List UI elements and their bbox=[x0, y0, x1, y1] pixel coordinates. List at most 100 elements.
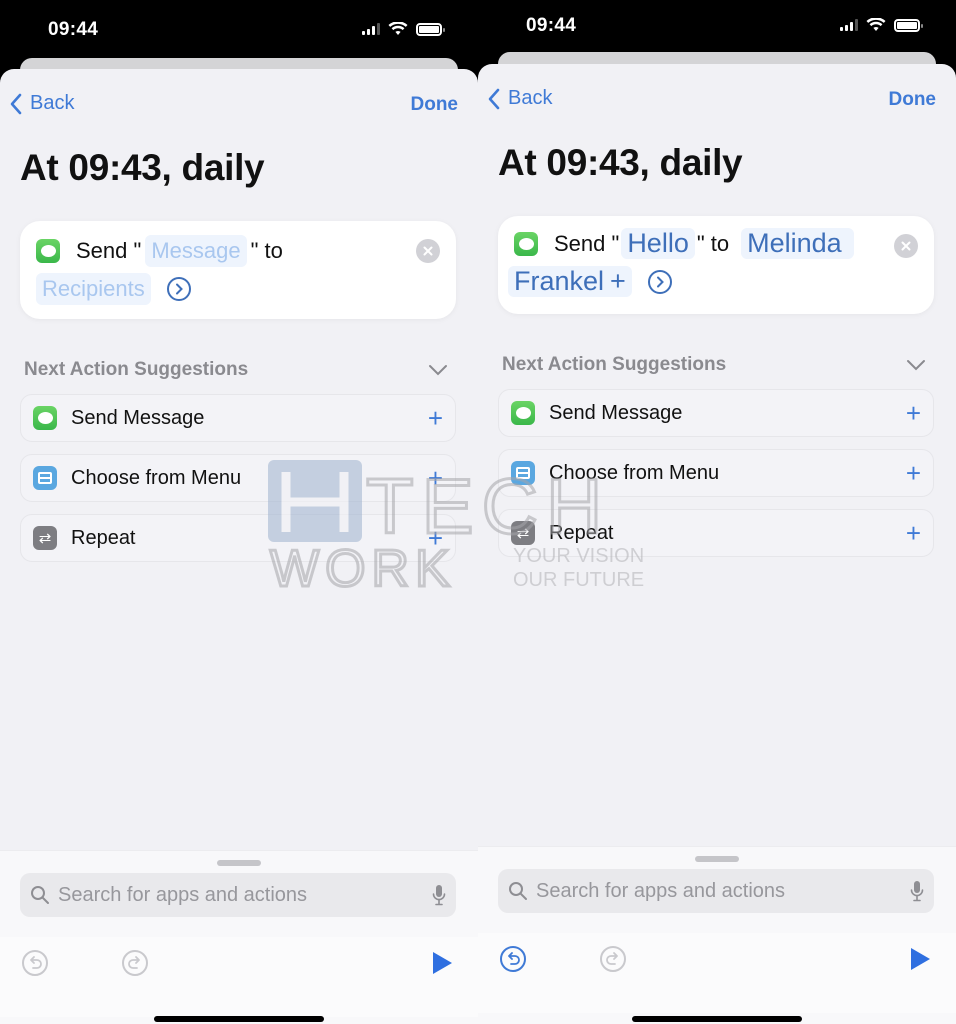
search-input[interactable] bbox=[58, 883, 432, 907]
done-button[interactable]: Done bbox=[889, 89, 937, 111]
battery-icon bbox=[416, 22, 445, 36]
to-label: " to bbox=[696, 230, 730, 256]
chevron-right-icon bbox=[175, 283, 183, 295]
add-icon[interactable]: + bbox=[906, 460, 921, 486]
back-button[interactable]: Back bbox=[10, 92, 74, 115]
redo-icon bbox=[600, 946, 626, 972]
suggestion-repeat[interactable]: ⇄ Repeat + bbox=[20, 514, 456, 562]
remove-action-button[interactable] bbox=[416, 239, 440, 263]
suggestion-label: Send Message bbox=[71, 406, 205, 429]
suggestion-label: Repeat bbox=[549, 521, 614, 544]
status-time: 09:44 bbox=[48, 19, 99, 40]
redo-button[interactable] bbox=[121, 949, 149, 977]
add-icon[interactable]: + bbox=[428, 525, 443, 551]
status-time: 09:44 bbox=[526, 15, 577, 36]
suggestions-title: Next Action Suggestions bbox=[502, 354, 727, 375]
recipients-token[interactable]: Recipients bbox=[36, 273, 151, 305]
suggestion-choose-from-menu[interactable]: Choose from Menu + bbox=[498, 449, 934, 497]
add-icon[interactable]: + bbox=[428, 405, 443, 431]
suggestion-repeat[interactable]: ⇄ Repeat + bbox=[498, 509, 934, 557]
suggestion-send-message[interactable]: Send Message + bbox=[20, 394, 456, 442]
send-label: Send " bbox=[76, 238, 142, 263]
suggestion-label: Choose from Menu bbox=[549, 461, 720, 484]
send-message-action-card: Send " Message " to Recipients bbox=[20, 221, 456, 319]
menu-icon bbox=[33, 466, 57, 490]
remove-action-button[interactable] bbox=[894, 234, 918, 258]
phone-screen-before: 09:44 Back Done At 09:43, daily Send " M… bbox=[0, 0, 478, 1024]
add-icon[interactable]: + bbox=[428, 465, 443, 491]
editor-toolbar bbox=[0, 937, 478, 1017]
chevron-left-icon bbox=[10, 93, 22, 114]
back-label: Back bbox=[508, 87, 553, 109]
chevron-down-icon[interactable] bbox=[906, 359, 926, 371]
drag-handle[interactable] bbox=[217, 860, 261, 866]
chevron-right-icon bbox=[656, 276, 664, 287]
status-bar: 09:44 bbox=[0, 0, 478, 60]
done-button[interactable]: Done bbox=[411, 94, 459, 116]
wifi-icon bbox=[866, 18, 886, 31]
wifi-icon bbox=[388, 22, 408, 35]
cellular-signal-icon bbox=[840, 19, 858, 31]
page-title: At 09:43, daily bbox=[498, 142, 743, 183]
suggestion-label: Choose from Menu bbox=[71, 466, 242, 489]
search-bar[interactable] bbox=[20, 873, 456, 917]
shortcut-editor-sheet: Back Done At 09:43, daily Send " Message… bbox=[0, 69, 478, 1024]
menu-icon bbox=[511, 461, 535, 485]
chevron-down-icon[interactable] bbox=[428, 364, 448, 376]
battery-icon bbox=[894, 18, 923, 32]
play-icon bbox=[911, 948, 930, 970]
home-indicator bbox=[632, 1016, 802, 1022]
recipient-name: Frankel bbox=[514, 266, 605, 296]
microphone-icon[interactable] bbox=[432, 884, 446, 906]
to-label: " to bbox=[250, 238, 283, 263]
undo-button[interactable] bbox=[499, 945, 527, 973]
page-title: At 09:43, daily bbox=[20, 147, 265, 188]
run-button[interactable] bbox=[428, 949, 456, 977]
play-icon bbox=[433, 952, 452, 974]
suggestions-list: Send Message + Choose from Menu + ⇄ Repe… bbox=[20, 394, 456, 574]
drag-handle[interactable] bbox=[695, 856, 739, 862]
show-more-button[interactable] bbox=[166, 277, 191, 301]
editor-toolbar bbox=[478, 933, 956, 1013]
status-bar: 09:44 bbox=[478, 0, 956, 60]
suggestions-list: Send Message + Choose from Menu + ⇄ Repe… bbox=[498, 389, 934, 569]
add-recipient-icon[interactable]: + bbox=[610, 266, 626, 296]
cellular-signal-icon bbox=[362, 23, 380, 35]
suggestion-send-message[interactable]: Send Message + bbox=[498, 389, 934, 437]
back-button[interactable]: Back bbox=[488, 87, 552, 110]
message-token[interactable]: Message bbox=[145, 235, 247, 267]
undo-button[interactable] bbox=[21, 949, 49, 977]
search-bar[interactable] bbox=[498, 869, 934, 913]
add-icon[interactable]: + bbox=[906, 400, 921, 426]
repeat-icon: ⇄ bbox=[33, 526, 57, 550]
phone-screen-after: 09:44 Back Done At 09:43, daily Send " H… bbox=[478, 0, 956, 1024]
suggestions-header[interactable]: Next Action Suggestions bbox=[502, 350, 926, 380]
close-icon bbox=[423, 246, 433, 256]
shortcut-editor-sheet: Back Done At 09:43, daily Send " Hello "… bbox=[478, 64, 956, 1024]
messages-icon bbox=[36, 239, 60, 263]
messages-icon bbox=[33, 406, 57, 430]
suggestion-label: Send Message bbox=[549, 401, 683, 424]
send-label: Send " bbox=[554, 230, 620, 256]
search-input[interactable] bbox=[536, 879, 910, 903]
suggestion-choose-from-menu[interactable]: Choose from Menu + bbox=[20, 454, 456, 502]
add-icon[interactable]: + bbox=[906, 520, 921, 546]
recipient-token-first[interactable]: Melinda bbox=[741, 228, 854, 259]
messages-icon bbox=[514, 231, 538, 256]
repeat-icon: ⇄ bbox=[511, 521, 535, 545]
action-search-panel bbox=[0, 850, 478, 1024]
send-message-action-card: Send " Hello " to Melinda Frankel + bbox=[498, 216, 934, 314]
nav-bar: Back Done bbox=[0, 87, 478, 121]
back-label: Back bbox=[30, 92, 75, 114]
close-icon bbox=[901, 241, 911, 251]
suggestions-title: Next Action Suggestions bbox=[24, 359, 249, 380]
redo-button[interactable] bbox=[599, 945, 627, 973]
recipient-token-last[interactable]: Frankel + bbox=[508, 266, 632, 297]
suggestion-label: Repeat bbox=[71, 526, 136, 549]
run-button[interactable] bbox=[906, 945, 934, 973]
undo-icon bbox=[500, 946, 526, 972]
message-token[interactable]: Hello bbox=[621, 228, 695, 259]
show-more-button[interactable] bbox=[647, 269, 672, 294]
suggestions-header[interactable]: Next Action Suggestions bbox=[24, 355, 448, 385]
microphone-icon[interactable] bbox=[910, 880, 924, 902]
